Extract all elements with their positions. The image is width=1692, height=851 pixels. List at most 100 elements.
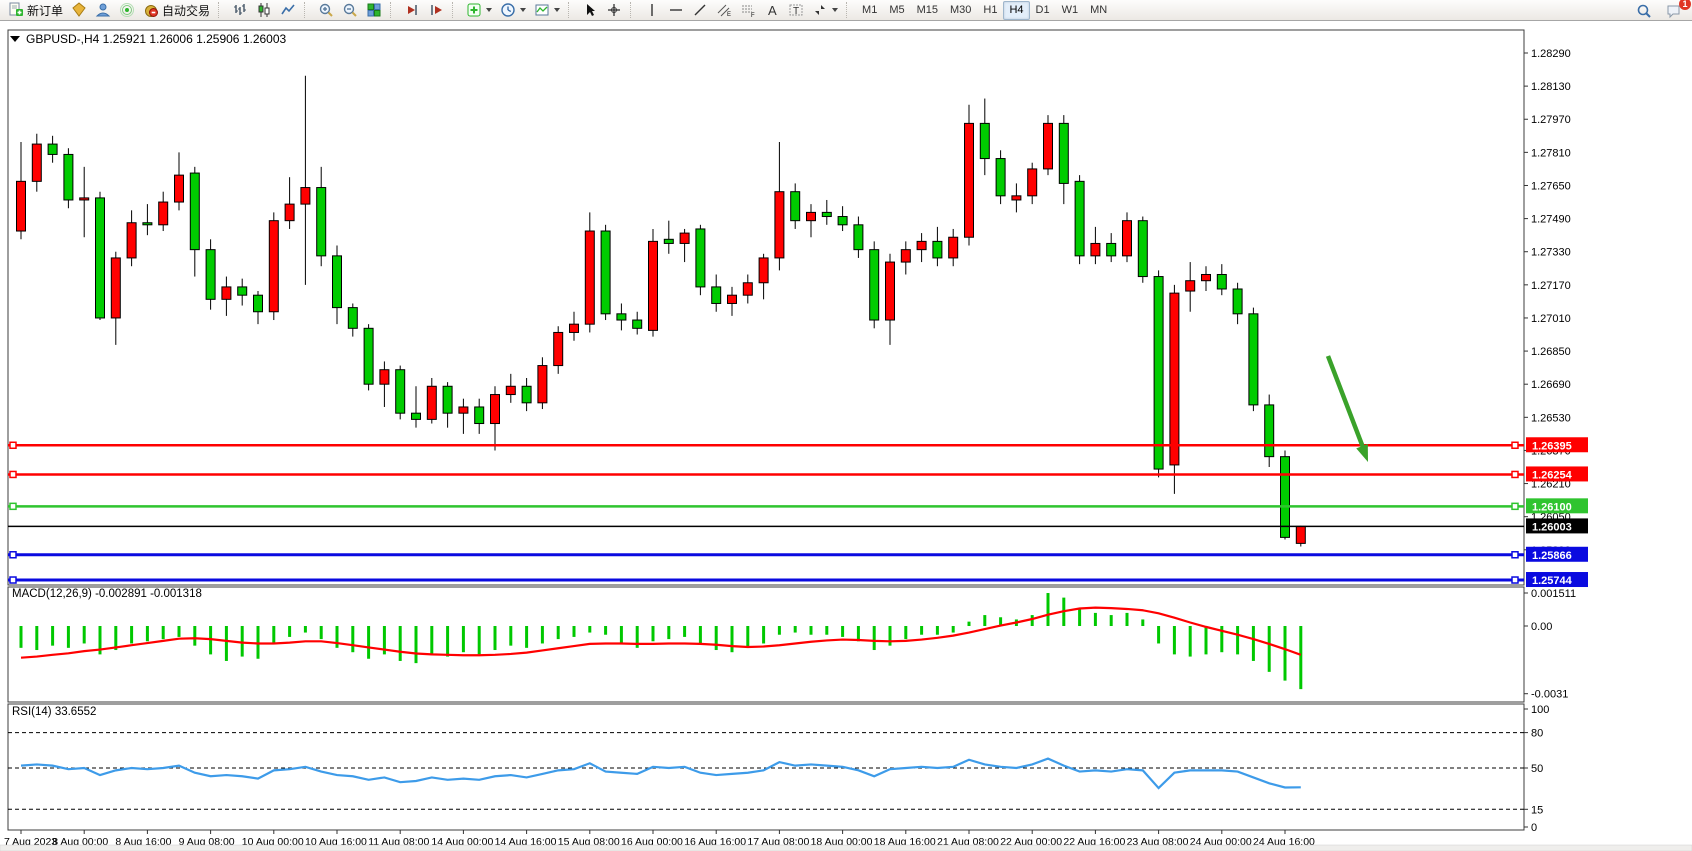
- candle-bull: [1091, 243, 1100, 255]
- profile-button[interactable]: [91, 0, 115, 20]
- arrows-button[interactable]: [808, 0, 842, 20]
- bar-chart-button[interactable]: [228, 0, 252, 20]
- candle-bull: [1012, 196, 1021, 200]
- candle-bull: [743, 283, 752, 295]
- timeframe-button-m1[interactable]: M1: [856, 1, 883, 20]
- rsi-label: RSI(14) 33.6552: [12, 706, 96, 718]
- chart-style-button[interactable]: [67, 0, 91, 20]
- hline-price-badge-label: 1.25744: [1532, 575, 1573, 587]
- macd-pane: [8, 587, 1524, 702]
- hline-right-handle[interactable]: [1512, 503, 1518, 509]
- candle-bull: [459, 407, 468, 413]
- timeframe-button-mn[interactable]: MN: [1084, 1, 1113, 20]
- equidistant-channel-button[interactable]: E: [712, 0, 736, 20]
- auto-trading-button[interactable]: 自动交易: [139, 0, 214, 20]
- candle-bear: [1217, 274, 1226, 288]
- hline-price-badge-label: 1.25866: [1532, 550, 1572, 562]
- hline-left-handle[interactable]: [10, 471, 16, 477]
- search-icon: [1636, 3, 1652, 19]
- timeframe-button-h1[interactable]: H1: [977, 1, 1003, 20]
- candle-bear: [1265, 405, 1274, 457]
- text-label-icon: T: [788, 2, 804, 18]
- notifications-chat-button[interactable]: 1: [1662, 1, 1686, 21]
- hline-right-handle[interactable]: [1512, 577, 1518, 583]
- tile-windows-icon: [366, 2, 382, 18]
- timeframe-button-d1[interactable]: D1: [1030, 1, 1056, 20]
- candle-bull: [380, 370, 389, 384]
- hline-left-handle[interactable]: [10, 503, 16, 509]
- hline-price-badge-label: 1.26395: [1532, 440, 1572, 452]
- candle-bear: [317, 188, 326, 256]
- rsi-axis-label: 50: [1531, 763, 1543, 775]
- text-label-button[interactable]: T: [784, 0, 808, 20]
- candle-bull: [301, 188, 310, 205]
- price-tick-label: 1.27330: [1531, 247, 1571, 259]
- candle-bear: [238, 287, 247, 295]
- main-price-pane: [8, 30, 1524, 585]
- candlestick-chart-button[interactable]: [252, 0, 276, 20]
- main-toolbar: 新订单 自动交易 EFAT M1M5M15M30H1H4D1W1MN 1: [0, 0, 1692, 21]
- zoom-out-button[interactable]: [338, 0, 362, 20]
- hline-right-handle[interactable]: [1512, 442, 1518, 448]
- new-order-button[interactable]: 新订单: [4, 0, 67, 20]
- auto-scroll-button[interactable]: [400, 0, 424, 20]
- cursor-button[interactable]: [578, 0, 602, 20]
- chart-style-icon: [71, 2, 87, 18]
- trendline-button[interactable]: [688, 0, 712, 20]
- tile-windows-button[interactable]: [362, 0, 386, 20]
- hline-icon: [668, 2, 684, 18]
- hline-left-handle[interactable]: [10, 442, 16, 448]
- candle-bear: [475, 407, 484, 424]
- signals-button[interactable]: [115, 0, 139, 20]
- toolbar-separator: [452, 2, 459, 18]
- zoom-in-button[interactable]: [314, 0, 338, 20]
- auto-trading-icon: [143, 2, 159, 18]
- hline-right-handle[interactable]: [1512, 552, 1518, 558]
- horizontal-line-button[interactable]: [664, 0, 688, 20]
- candle-bear: [348, 308, 357, 329]
- line-chart-button[interactable]: [276, 0, 300, 20]
- candle-bull: [680, 233, 689, 243]
- hline-right-handle[interactable]: [1512, 471, 1518, 477]
- chevron-down-icon: [486, 8, 492, 12]
- profile-icon: [95, 2, 111, 18]
- svg-text:A: A: [768, 3, 777, 18]
- timeframe-button-m5[interactable]: M5: [883, 1, 910, 20]
- timeframe-button-m15[interactable]: M15: [911, 1, 944, 20]
- periods-icon: [500, 2, 516, 18]
- templates-button[interactable]: [530, 0, 564, 20]
- candle-bear: [633, 320, 642, 328]
- candle-bear: [1059, 123, 1068, 183]
- vertical-line-button[interactable]: [640, 0, 664, 20]
- chart-shift-button[interactable]: [424, 0, 448, 20]
- periods-button[interactable]: [496, 0, 530, 20]
- fibonacci-button[interactable]: F: [736, 0, 760, 20]
- hline-left-handle[interactable]: [10, 577, 16, 583]
- candle-bear: [854, 225, 863, 250]
- timeframe-button-w1[interactable]: W1: [1056, 1, 1085, 20]
- price-tick-label: 1.28130: [1531, 81, 1571, 93]
- candle-bear: [443, 386, 452, 413]
- timeframe-button-m30[interactable]: M30: [944, 1, 977, 20]
- candle-bull: [80, 198, 89, 200]
- price-tick-label: 1.26850: [1531, 346, 1571, 358]
- candle-bear: [1154, 277, 1163, 470]
- signal-icon: [119, 2, 135, 18]
- price-tick-label: 1.26530: [1531, 412, 1571, 424]
- line-chart-icon: [280, 2, 296, 18]
- search-button[interactable]: [1632, 1, 1656, 21]
- indicators-button[interactable]: [462, 0, 496, 20]
- toolbar-separator: [568, 2, 575, 18]
- macd-label: MACD(12,26,9) -0.002891 -0.001318: [12, 588, 202, 600]
- hline-left-handle[interactable]: [10, 552, 16, 558]
- timeframe-button-h4[interactable]: H4: [1003, 1, 1029, 20]
- chart-shift-icon: [428, 2, 444, 18]
- price-tick-label: 1.28290: [1531, 48, 1571, 60]
- crosshair-button[interactable]: [602, 0, 626, 20]
- text-button[interactable]: A: [760, 0, 784, 20]
- candle-bear: [712, 287, 721, 304]
- rsi-axis-label: 15: [1531, 804, 1543, 816]
- candlestick-icon: [256, 2, 272, 18]
- arrows-icon: [812, 2, 828, 18]
- candle-bear: [364, 328, 373, 384]
